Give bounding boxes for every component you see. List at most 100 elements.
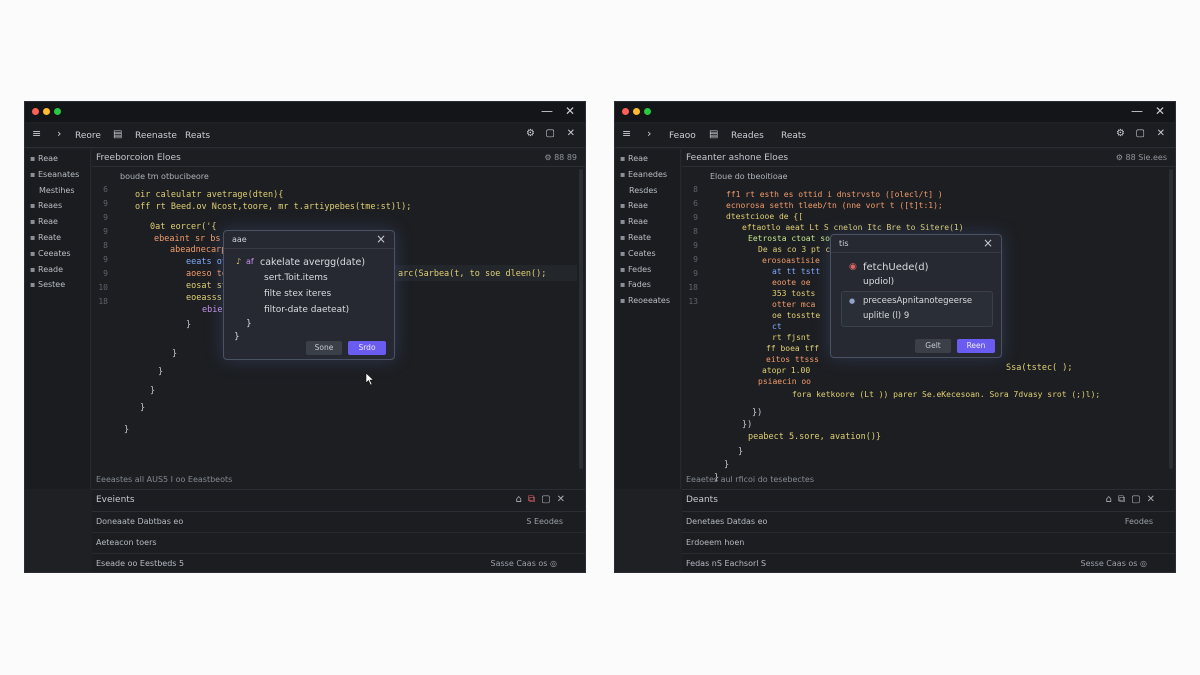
sidebar-item[interactable]: ▪ Fades xyxy=(620,280,651,289)
close-icon[interactable]: × xyxy=(983,236,993,250)
line-number: 6 xyxy=(693,199,698,208)
sidebar-item[interactable]: Resdes xyxy=(629,186,657,195)
suggestion-popup[interactable]: tis × ◉ fetchUede(d) updiol) ● preceesAp… xyxy=(830,234,1002,358)
sidebar-item[interactable]: Mestihes xyxy=(39,186,75,195)
window-icon[interactable]: ▢ xyxy=(546,128,555,140)
home-icon[interactable]: ⌂ xyxy=(516,494,528,505)
autocomplete-popup[interactable]: aae × ♪ af cakelate avergg(date) sert.To… xyxy=(223,230,395,360)
editor-actions[interactable]: ⚙ 88 Sie.ees xyxy=(1116,153,1167,162)
close-tab-icon[interactable]: ✕ xyxy=(1157,128,1165,140)
chevron-right-icon[interactable]: › xyxy=(57,128,61,140)
sidebar-item[interactable]: ▪ Ceates xyxy=(620,249,656,258)
breadcrumb[interactable]: boude tm otbucibeore xyxy=(120,172,209,181)
toolbar-item-1[interactable]: Feaoo xyxy=(669,130,696,142)
close-panel-icon[interactable]: ✕ xyxy=(557,494,571,505)
popup-line[interactable]: filte stex iteres xyxy=(264,289,331,299)
minimize-window-button[interactable] xyxy=(43,108,50,115)
chevron-right-icon[interactable]: › xyxy=(647,128,651,140)
line-number: 9 xyxy=(693,255,698,264)
vertical-scrollbar[interactable] xyxy=(1169,169,1173,469)
maximize-window-button[interactable] xyxy=(54,108,61,115)
popup-line[interactable]: cakelate avergg(date) xyxy=(260,257,365,268)
maximize-window-button[interactable] xyxy=(644,108,651,115)
new-window-icon[interactable]: ⧉ xyxy=(1118,494,1131,505)
confirm-button[interactable]: Srdo xyxy=(348,341,386,355)
sidebar-item[interactable]: ▪ Eeanedes xyxy=(620,170,667,179)
panel-icon[interactable]: ▤ xyxy=(113,129,122,141)
sidebar-item[interactable]: ▪ Ceeates xyxy=(30,249,71,258)
minimize-icon[interactable]: — xyxy=(541,104,553,118)
home-icon[interactable]: ⌂ xyxy=(1106,494,1118,505)
minimize-icon[interactable]: — xyxy=(1131,104,1143,118)
vertical-scrollbar[interactable] xyxy=(579,169,583,469)
editor-actions[interactable]: ⚙ 88 89 xyxy=(544,153,577,162)
panel-row[interactable]: Doneaate Dabtbas eo S Eeodes xyxy=(92,512,585,533)
code-line: eoote oe xyxy=(772,278,811,287)
panel-row-label: Doneaate Dabtbas eo xyxy=(96,517,184,526)
toolbar-item-3[interactable]: Reats xyxy=(781,130,806,142)
settings-icon[interactable]: ⚙ xyxy=(526,128,535,140)
suggestion-subtitle: updiol) xyxy=(863,277,895,287)
sidebar-item[interactable]: ▪ Reaes xyxy=(30,201,62,210)
breadcrumb[interactable]: Eloue do tbeoitioae xyxy=(710,172,788,181)
minimize-window-button[interactable] xyxy=(633,108,640,115)
panel-row[interactable]: Denetaes Datdas eo Feodes xyxy=(682,512,1175,533)
close-tab-icon[interactable]: ✕ xyxy=(567,128,575,140)
close-icon[interactable]: × xyxy=(376,232,386,246)
panel-row[interactable]: Fedas nS Eachsorl S Sesse Caas os ◎ xyxy=(682,554,1175,572)
sidebar: ▪ Reae ▪ Eeanedes Resdes ▪ Reae ▪ Reae ▪ Reat… xyxy=(615,149,681,489)
toolbar: ≡ › Reore ▤ Reenaste Reats ⚙ ▢ ✕ xyxy=(25,124,585,148)
panel-row[interactable]: Erdoeem hoen xyxy=(682,533,1175,554)
panel-row[interactable]: Eseade oo Eestbeds 5 Sasse Caas os ◎ xyxy=(92,554,585,572)
menu-icon[interactable]: ≡ xyxy=(32,128,41,140)
toolbar-item-3[interactable]: Reats xyxy=(185,130,210,142)
suggestion-title[interactable]: preceesApnitanotegeerse xyxy=(863,296,972,306)
popup-line[interactable]: filtor-date daeteat) xyxy=(264,305,349,315)
close-window-button[interactable] xyxy=(32,108,39,115)
new-window-icon[interactable]: ⧉ xyxy=(528,494,541,505)
close-icon[interactable]: ✕ xyxy=(565,104,575,118)
cancel-button[interactable]: Gelt xyxy=(915,339,951,353)
confirm-button[interactable]: Reen xyxy=(957,339,995,353)
sidebar-item[interactable]: ▪ Reae xyxy=(620,154,648,163)
toolbar-item-1[interactable]: Reore xyxy=(75,130,101,142)
panel-actions[interactable]: ⌂⧉▢✕ xyxy=(516,494,571,505)
sidebar-item[interactable]: ▪ Eseanates xyxy=(30,170,79,179)
sidebar-item[interactable]: ▪ Reoeeates xyxy=(620,296,670,305)
code-line: otter mca xyxy=(772,300,816,309)
popup-line[interactable]: sert.Toit.items xyxy=(264,273,328,283)
suggestion-title[interactable]: fetchUede(d) xyxy=(863,262,929,273)
cancel-button[interactable]: Sone xyxy=(306,341,342,355)
close-panel-icon[interactable]: ✕ xyxy=(1147,494,1161,505)
window-icon[interactable]: ▢ xyxy=(1136,128,1145,140)
sidebar-item[interactable]: ▪ Reade xyxy=(30,265,63,274)
close-icon[interactable]: ✕ xyxy=(1155,104,1165,118)
panel-actions[interactable]: ⌂⧉▢✕ xyxy=(1106,494,1161,505)
close-window-button[interactable] xyxy=(622,108,629,115)
ide-window-left: — ✕ ≡ › Reore ▤ Reenaste Reats ⚙ ▢ ✕ ▪ Re… xyxy=(24,101,586,573)
code-line: } xyxy=(140,403,146,413)
sidebar-item[interactable]: ▪ Reate xyxy=(30,233,61,242)
menu-icon[interactable]: ≡ xyxy=(622,128,631,140)
sidebar: ▪ Reae ▪ Eseanates Mestihes ▪ Reaes ▪ Reae ▪… xyxy=(25,149,91,489)
file-icon: ▪ xyxy=(620,217,626,226)
sidebar-item[interactable]: ▪ Reae xyxy=(30,217,58,226)
sidebar-item[interactable]: ▪ Sestee xyxy=(30,280,65,289)
popup-line: } xyxy=(246,319,252,329)
file-icon: ▪ xyxy=(30,280,36,289)
panel-row[interactable]: Aeteacon toers xyxy=(92,533,585,554)
sidebar-item[interactable]: ▪ Reae xyxy=(620,201,648,210)
sidebar-item[interactable]: ▪ Reate xyxy=(620,233,651,242)
code-line: peabect 5.sore, avation()} xyxy=(748,432,882,442)
sidebar-item[interactable]: ▪ Reae xyxy=(30,154,58,163)
panel-icon[interactable]: ▤ xyxy=(709,129,718,141)
maximize-panel-icon[interactable]: ▢ xyxy=(1131,494,1146,505)
code-line: } xyxy=(724,460,730,470)
toolbar-item-2[interactable]: Reenaste xyxy=(135,130,177,142)
sidebar-item[interactable]: ▪ Reae xyxy=(620,217,648,226)
toolbar-item-2[interactable]: Reades xyxy=(731,130,764,142)
sidebar-item[interactable]: ▪ Fedes xyxy=(620,265,651,274)
code-line: } xyxy=(150,386,156,396)
maximize-panel-icon[interactable]: ▢ xyxy=(541,494,556,505)
settings-icon[interactable]: ⚙ xyxy=(1116,128,1125,140)
